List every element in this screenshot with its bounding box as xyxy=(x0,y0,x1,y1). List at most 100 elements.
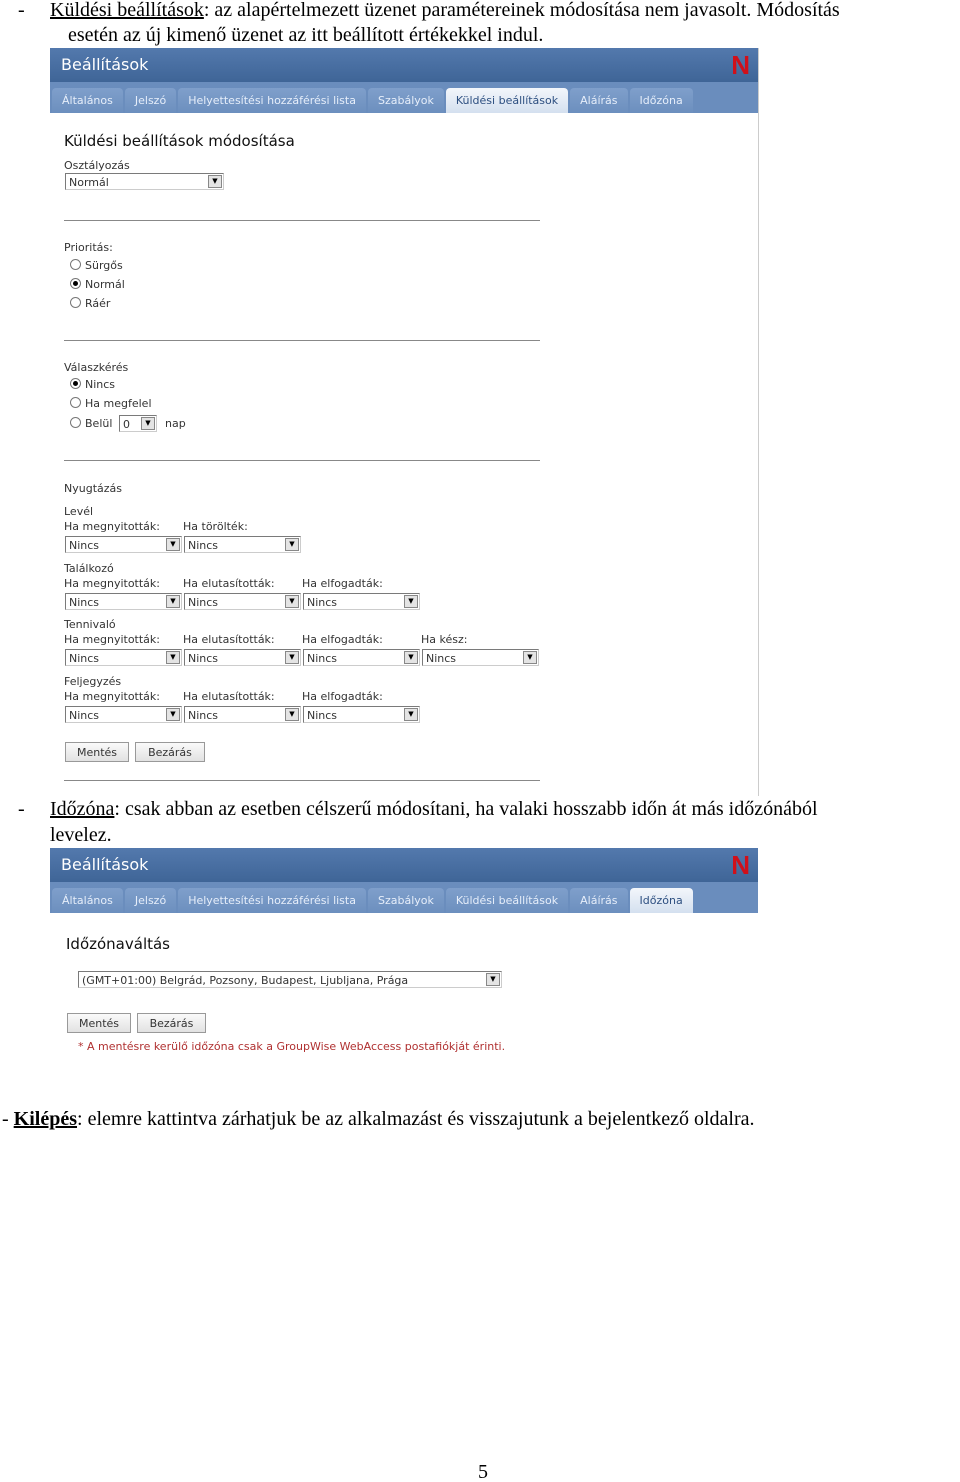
ack-field-label: Ha megnyitották: xyxy=(64,633,160,646)
chevron-down-icon: ▼ xyxy=(486,973,500,986)
ack-field-label: Ha elfogadták: xyxy=(302,689,383,703)
paragraph-line: esetén az új kimenő üzenet az itt beállí… xyxy=(68,24,544,46)
reply-option-convenient[interactable]: Ha megfelel xyxy=(70,397,152,410)
ack-group-name: Feljegyzés xyxy=(64,674,122,688)
chevron-down-icon: ▼ xyxy=(166,594,180,608)
radio-checked-icon xyxy=(70,378,81,389)
app-header: Beállítások N xyxy=(50,848,758,882)
paragraph-send-settings: - Küldési beállítások: az alapértelmezet… xyxy=(18,0,840,23)
novell-logo: N xyxy=(731,850,750,880)
ack-field-label: Ha törölték: xyxy=(183,520,248,533)
classification-select[interactable]: Normál ▼ xyxy=(65,173,224,190)
divider xyxy=(64,780,540,781)
reply-days-unit: nap xyxy=(165,417,186,430)
tab-0[interactable]: Általános xyxy=(52,888,123,913)
priority-option-low[interactable]: Ráér xyxy=(70,297,110,310)
ack-select[interactable]: Nincs ▼ xyxy=(422,649,539,666)
chevron-down-icon: ▼ xyxy=(285,594,299,608)
chevron-down-icon: ▼ xyxy=(166,538,180,551)
ack-field-label: Ha elutasították: xyxy=(183,633,275,646)
ack-group-name: Találkozó xyxy=(64,561,114,575)
chevron-down-icon: ▼ xyxy=(166,707,180,721)
reply-label: Válaszkérés xyxy=(64,361,129,374)
tab-3[interactable]: Szabályok xyxy=(367,888,444,913)
ack-select[interactable]: Nincs ▼ xyxy=(65,592,182,610)
chevron-down-icon: ▼ xyxy=(523,651,537,664)
reply-days-select[interactable]: 0 ▼ xyxy=(119,415,157,432)
ack-field-label: Ha elutasították: xyxy=(183,689,275,703)
radio-checked-icon xyxy=(70,278,81,289)
ack-field-label: Ha megnyitották: xyxy=(64,576,160,590)
ack-select[interactable]: Nincs ▼ xyxy=(303,592,420,610)
chevron-down-icon: ▼ xyxy=(285,707,299,721)
tab-4[interactable]: Küldési beállítások xyxy=(445,88,569,113)
term: Kilépés xyxy=(13,1108,78,1130)
chevron-down-icon: ▼ xyxy=(285,651,299,664)
ack-select[interactable]: Nincs ▼ xyxy=(65,649,182,666)
chevron-down-icon: ▼ xyxy=(285,538,299,551)
radio-icon xyxy=(70,297,81,308)
app-header: Beállítások N xyxy=(50,48,758,82)
ack-select[interactable]: Nincs ▼ xyxy=(184,649,301,666)
chevron-down-icon: ▼ xyxy=(404,594,418,608)
priority-option-urgent[interactable]: Sürgős xyxy=(70,259,123,272)
text: : az alapértelmezett üzenet paraméterein… xyxy=(203,0,840,21)
divider xyxy=(64,340,540,341)
paragraph-line: levelez. xyxy=(50,824,112,846)
section-heading: Időzónaváltás xyxy=(66,935,170,953)
tab-5[interactable]: Aláírás xyxy=(570,888,628,913)
priority-label: Prioritás: xyxy=(64,241,113,254)
paragraph-timezone: - Időzóna: csak abban az esetben célszer… xyxy=(18,798,818,820)
divider xyxy=(64,460,540,461)
ack-select[interactable]: Nincs ▼ xyxy=(184,592,301,610)
save-button[interactable]: Mentés xyxy=(67,1013,131,1033)
radio-icon xyxy=(70,417,81,428)
ack-group-name: Levél xyxy=(64,505,94,518)
ack-field-label: Ha elfogadták: xyxy=(302,633,383,646)
radio-icon xyxy=(70,259,81,270)
ack-select[interactable]: Nincs ▼ xyxy=(303,705,420,723)
tab-1[interactable]: Jelszó xyxy=(124,88,177,113)
novell-logo: N xyxy=(731,50,750,80)
close-button[interactable]: Bezárás xyxy=(137,1013,206,1033)
tab-bar: Általános Jelszó Helyettesítési hozzáférés… xyxy=(50,882,758,913)
tab-1[interactable]: Jelszó xyxy=(124,888,177,913)
save-button[interactable]: Mentés xyxy=(65,742,129,762)
ack-field-label: Ha megnyitották: xyxy=(64,520,160,533)
tab-0[interactable]: Általános xyxy=(52,88,123,113)
chevron-down-icon: ▼ xyxy=(404,707,418,721)
close-button[interactable]: Bezárás xyxy=(135,742,205,762)
ack-field-label: Ha megnyitották: xyxy=(64,689,160,703)
tab-4[interactable]: Küldési beállítások xyxy=(445,888,569,913)
tab-bar: Általános Jelszó Helyettesítési hozzáférés… xyxy=(50,82,758,113)
timezone-note: * A mentésre kerülő időzóna csak a Group… xyxy=(78,1040,506,1053)
ack-group-name: Tennivaló xyxy=(64,618,116,631)
tab-6[interactable]: Időzóna xyxy=(629,888,693,913)
ack-select[interactable]: Nincs ▼ xyxy=(65,705,182,723)
timezone-select[interactable]: (GMT+01:00) Belgrád, Pozsony, Budapest, … xyxy=(78,971,502,988)
ack-select[interactable]: Nincs ▼ xyxy=(303,649,420,666)
tab-2[interactable]: Helyettesítési hozzáférési lista xyxy=(178,888,366,913)
radio-icon xyxy=(70,397,81,408)
ack-field-label: Ha elutasították: xyxy=(183,576,275,590)
chevron-down-icon: ▼ xyxy=(404,651,418,664)
priority-option-normal[interactable]: Normál xyxy=(70,278,125,291)
chevron-down-icon: ▼ xyxy=(166,651,180,664)
section-heading: Küldési beállítások módosítása xyxy=(64,132,295,150)
term: Küldési beállítások xyxy=(50,0,204,21)
classification-label: Osztályozás xyxy=(64,159,130,172)
tab-6[interactable]: Időzóna xyxy=(629,88,693,113)
reply-option-within[interactable]: Belül xyxy=(70,417,112,430)
send-settings-screenshot: Beállítások N Általános Jelszó Helyettesíté… xyxy=(50,48,759,796)
reply-option-none[interactable]: Nincs xyxy=(70,378,115,391)
ack-select[interactable]: Nincs ▼ xyxy=(184,536,301,553)
bullet: - xyxy=(18,0,25,21)
tab-3[interactable]: Szabályok xyxy=(367,88,444,113)
ack-select[interactable]: Nincs ▼ xyxy=(65,536,182,553)
tab-5[interactable]: Aláírás xyxy=(570,88,628,113)
ack-field-label: Ha kész: xyxy=(421,633,468,646)
term: Időzóna xyxy=(50,798,115,820)
app-title: Beállítások xyxy=(61,55,149,74)
tab-2[interactable]: Helyettesítési hozzáférési lista xyxy=(178,88,366,113)
ack-select[interactable]: Nincs ▼ xyxy=(184,705,301,723)
